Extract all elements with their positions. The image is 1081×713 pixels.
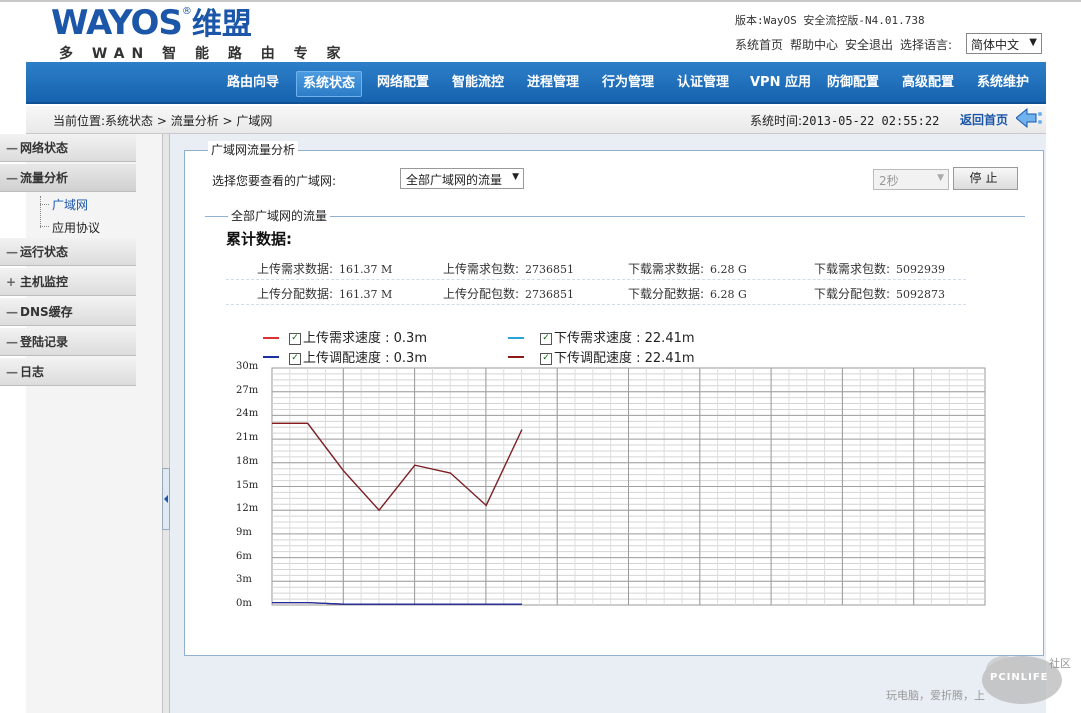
watermark-corner: 社区 <box>1049 657 1071 670</box>
watermark-slogan: 玩电脑，爱折腾，上 <box>886 689 985 702</box>
traffic-chart <box>271 367 986 606</box>
watermark-brand: PCINLIFE <box>990 672 1049 683</box>
